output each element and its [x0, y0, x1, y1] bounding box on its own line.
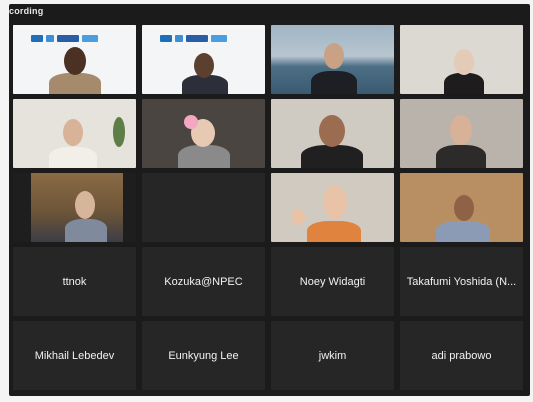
participant-grid: ttnok Kozuka@NPEC Noey Widagti Takafumi …: [13, 25, 528, 393]
participant-tile-13[interactable]: ttnok: [13, 247, 136, 316]
participant-tile-14[interactable]: Kozuka@NPEC: [142, 247, 265, 316]
org-logos: [160, 33, 250, 43]
recording-label: cording: [9, 6, 44, 16]
video-tile-12[interactable]: [400, 173, 523, 242]
participant-tile-16[interactable]: Takafumi Yoshida (N...: [400, 247, 523, 316]
video-tile-8[interactable]: [400, 99, 523, 168]
participant-name: jwkim: [318, 349, 347, 362]
participant-tile-18[interactable]: Eunkyung Lee: [142, 321, 265, 390]
video-tile-9[interactable]: [13, 173, 136, 242]
video-tile-2[interactable]: [142, 25, 265, 94]
participant-name: Takafumi Yoshida (N...: [406, 275, 517, 288]
participant-name: adi prabowo: [431, 349, 492, 362]
video-tile-6[interactable]: [142, 99, 265, 168]
video-tile-5[interactable]: [13, 99, 136, 168]
video-tile-3[interactable]: [271, 25, 394, 94]
org-logos: [31, 33, 121, 43]
video-tile-4[interactable]: [400, 25, 523, 94]
participant-tile-20[interactable]: adi prabowo: [400, 321, 523, 390]
participant-name: Noey Widagti: [299, 275, 366, 288]
video-tile-7[interactable]: [271, 99, 394, 168]
meeting-window: cording ttnok Kozuka@NPEC Noey Widagti T…: [9, 4, 530, 396]
participant-name: Kozuka@NPEC: [164, 275, 243, 288]
participant-name: Mikhail Lebedev: [34, 349, 115, 362]
video-tile-11[interactable]: [271, 173, 394, 242]
participant-tile-17[interactable]: Mikhail Lebedev: [13, 321, 136, 390]
participant-tile-15[interactable]: Noey Widagti: [271, 247, 394, 316]
video-tile-1[interactable]: [13, 25, 136, 94]
video-tile-10[interactable]: [142, 173, 265, 242]
participant-name: Eunkyung Lee: [168, 349, 239, 362]
participant-tile-19[interactable]: jwkim: [271, 321, 394, 390]
participant-name: ttnok: [62, 275, 87, 288]
